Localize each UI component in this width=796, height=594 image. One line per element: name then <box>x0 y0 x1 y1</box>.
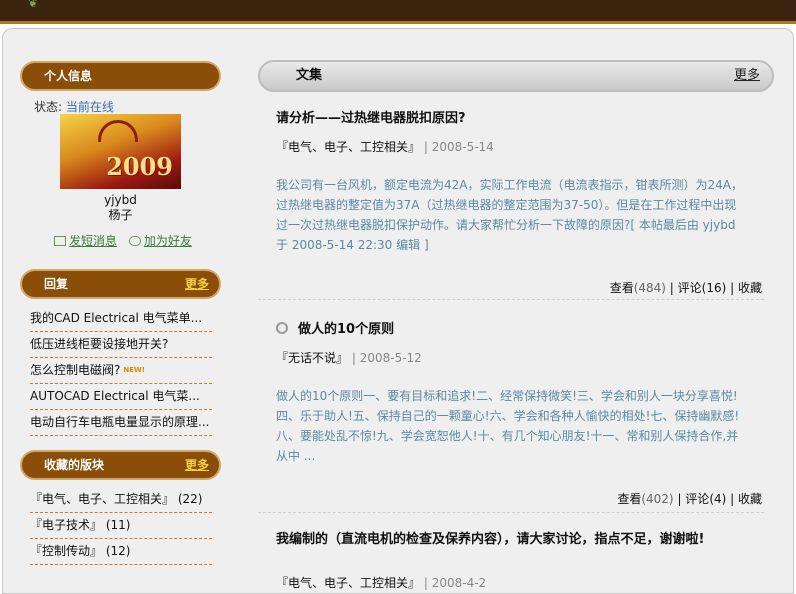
replies-header: 回复 更多 <box>20 269 221 299</box>
views-label: 查看 <box>617 492 642 506</box>
favorites-more-link[interactable]: 更多 <box>185 452 209 478</box>
favorite-board-item[interactable]: 『电气、电子、工控相关』 (22) <box>30 487 212 513</box>
comments-label: 评论 <box>677 281 702 295</box>
post-divider <box>258 299 764 300</box>
post-title[interactable]: 我编制的（直流电机的检查及保养内容），请大家讨论，指点不足，谢谢啦! <box>276 531 760 549</box>
post-title[interactable]: 请分析——过热继电器脱扣原因? <box>276 110 760 128</box>
profile-title: 个人信息 <box>44 69 93 83</box>
username[interactable]: yjybd <box>60 193 181 207</box>
reply-item[interactable]: AUTOCAD Electrical 电气菜... <box>30 384 212 410</box>
articles-title: 文集 <box>296 68 323 83</box>
post-date: | 2008-5-12 <box>351 351 422 365</box>
views-label: 查看 <box>609 281 634 295</box>
post-excerpt: 我公司有一台风机，额定电流为42A，实际工作电流（电流表指示，钳表所测）为24A… <box>276 178 743 252</box>
add-friend-label: 加为好友 <box>143 234 192 248</box>
envelope-icon <box>54 236 66 246</box>
views-count: (484) <box>633 281 666 295</box>
add-friend-button[interactable]: 加为好友 <box>128 234 192 248</box>
favorite-board-item[interactable]: 『电子技术』 (11) <box>30 513 212 539</box>
replies-title: 回复 <box>44 277 69 291</box>
post-stats: 查看(402) | 评论(4) | 收藏 <box>617 492 762 506</box>
post-meta: 『电气、电子、工控相关』 | 2008-4-2 <box>276 574 486 591</box>
reply-item-label: 怎么控制电磁阀? <box>30 363 121 377</box>
profile-header: 个人信息 <box>20 61 221 91</box>
attachment-icon <box>276 322 288 334</box>
post-meta: 『无话不说』 | 2008-5-12 <box>276 349 422 366</box>
favorites-list: 『电气、电子、工控相关』 (22) 『电子技术』 (11) 『控制传动』 (12… <box>30 487 212 565</box>
post-meta: 『电气、电子、工控相关』 | 2008-5-14 <box>276 138 494 155</box>
comments-label: 评论 <box>685 492 710 506</box>
favorite-link[interactable]: 收藏 <box>738 492 762 506</box>
post-category[interactable]: 『无话不说』 <box>276 351 348 365</box>
favorite-board-item[interactable]: 『控制传动』 (12) <box>30 539 212 565</box>
comments-link[interactable]: 评论(16) <box>678 281 727 295</box>
post-stats: 查看(484) | 评论(16) | 收藏 <box>609 281 762 295</box>
reply-item[interactable]: 低压进线柜要设接地开关? <box>30 332 212 358</box>
post-excerpt: 做人的10个原则一、要有目标和追求!二、经常保持微笑!三、学会和别人一块分享喜悦… <box>276 389 740 463</box>
reply-item[interactable]: 电动自行车电瓶电量显示的原理... <box>30 410 212 436</box>
add-friend-icon <box>128 236 141 246</box>
articles-header: 文集 更多 <box>258 60 774 92</box>
post-date: | 2008-5-14 <box>423 140 494 154</box>
views-count: (402) <box>641 492 674 506</box>
comments-count: (16) <box>701 281 727 295</box>
favorite-link[interactable]: 收藏 <box>738 281 762 295</box>
new-badge: NEW! <box>123 366 145 374</box>
top-banner: ❦ <box>0 0 796 24</box>
temple-icon <box>98 120 138 142</box>
send-message-label: 发短消息 <box>69 234 118 248</box>
status-label: 状态: <box>34 100 63 114</box>
status-line: 状态: 当前在线 <box>34 98 114 115</box>
leaf-icon: ❦ <box>28 0 39 10</box>
send-message-button[interactable]: 发短消息 <box>54 234 117 248</box>
replies-more-link[interactable]: 更多 <box>185 271 209 297</box>
nickname: 杨子 <box>108 208 133 222</box>
post-title-row[interactable]: 做人的10个原则 <box>276 321 760 339</box>
post-divider <box>258 512 764 513</box>
reply-item[interactable]: 我的CAD Electrical 电气菜单... <box>30 306 212 332</box>
comments-link[interactable]: 评论(4) <box>685 492 726 506</box>
post-date: | 2008-4-2 <box>423 576 487 590</box>
views-link[interactable]: 查看(484) <box>610 281 666 295</box>
favorites-header: 收藏的版块 更多 <box>20 450 221 480</box>
status-value: 当前在线 <box>65 100 114 114</box>
views-link[interactable]: 查看(402) <box>617 492 673 506</box>
reply-item[interactable]: 怎么控制电磁阀? NEW! <box>30 358 212 384</box>
articles-more-link[interactable]: 更多 <box>734 62 760 90</box>
comments-count: (4) <box>709 492 727 506</box>
avatar-text: 2009 <box>106 152 173 181</box>
replies-list: 我的CAD Electrical 电气菜单... 低压进线柜要设接地开关? 怎么… <box>30 306 212 436</box>
profile-actions: 发短消息 加为好友 <box>54 232 200 249</box>
avatar[interactable]: 2009 <box>60 114 181 189</box>
post-category[interactable]: 『电气、电子、工控相关』 <box>276 576 420 590</box>
favorites-title: 收藏的版块 <box>44 458 105 472</box>
post-category[interactable]: 『电气、电子、工控相关』 <box>276 140 420 154</box>
post-title: 做人的10个原则 <box>298 322 395 337</box>
